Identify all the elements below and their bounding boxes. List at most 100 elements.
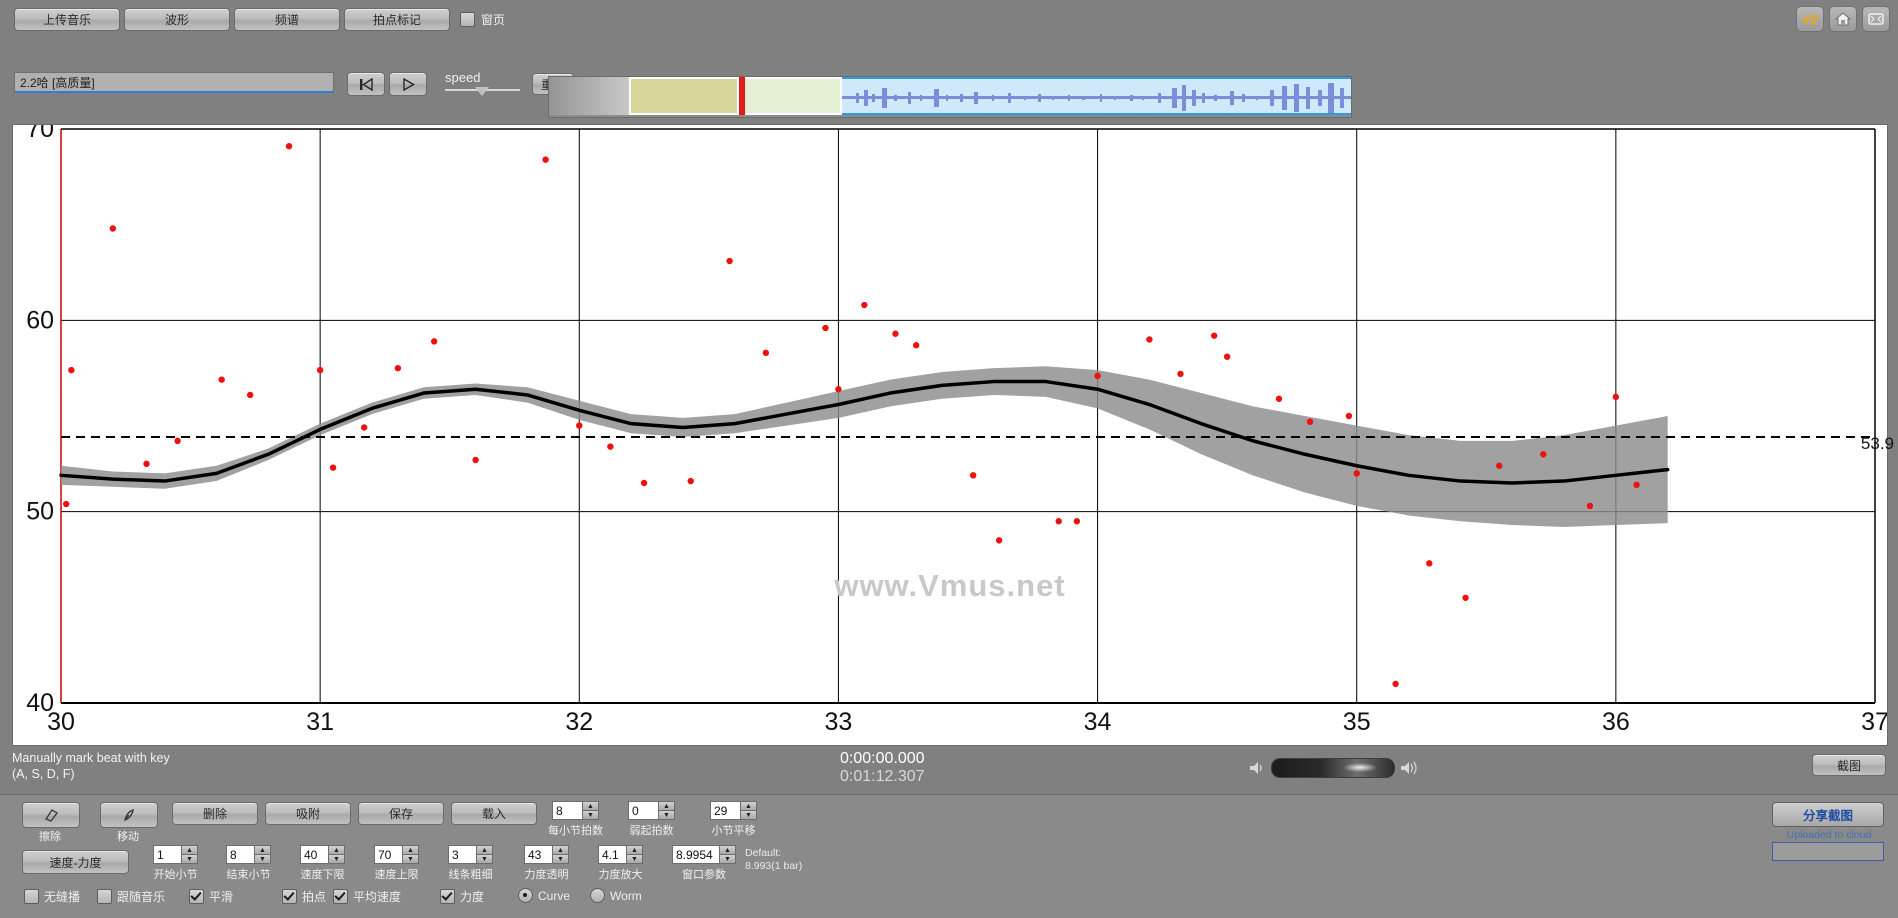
beats-per-bar-value[interactable]: 8 (552, 801, 582, 820)
beat-checkbox-box[interactable] (282, 889, 297, 904)
upload-music-label: 上传音乐 (43, 11, 91, 28)
upload-url-field[interactable] (1772, 842, 1884, 861)
follow-music-checkbox-box[interactable] (97, 889, 112, 904)
share-snapshot-button[interactable]: 分享截图 (1772, 802, 1884, 827)
overview-audio-region[interactable] (842, 77, 1351, 115)
tempo-chart[interactable]: 405060703031323334353637 www.Vmus.net (12, 124, 1888, 746)
dynamics-alpha-down[interactable]: ▼ (552, 854, 569, 864)
tempo-max-down[interactable]: ▼ (402, 854, 419, 864)
speed-slider[interactable]: speed 1 (445, 70, 520, 96)
window-page-checkbox-box[interactable] (460, 12, 475, 27)
line-width-value[interactable]: 3 (448, 845, 476, 864)
eraser-tool-label: 擦除 (22, 828, 78, 844)
version-badge[interactable]: V2 (1796, 6, 1824, 32)
dynamics-scale-up[interactable]: ▲ (626, 845, 643, 854)
smooth-checkbox[interactable]: 平滑 (189, 888, 233, 905)
tempo-max-up[interactable]: ▲ (402, 845, 419, 854)
worm-radio-button[interactable] (590, 888, 605, 903)
dynamics-alpha-value[interactable]: 43 (524, 845, 552, 864)
volume-control[interactable] (1247, 755, 1422, 781)
waveform-overview[interactable] (548, 76, 1352, 118)
play-button[interactable] (389, 72, 427, 96)
mode-button[interactable]: 速度-力度 (22, 850, 129, 874)
dynamics-scale-value[interactable]: 4.1 (598, 845, 626, 864)
vmus-tempo-editor-window: 上传音乐 波形 频谱 拍点标记 窗页 V2 2.2哈 [高质量] speed (0, 0, 1898, 917)
load-button[interactable]: 载入 (451, 802, 537, 825)
follow-music-checkbox[interactable]: 跟随音乐 (97, 888, 165, 905)
worm-radio[interactable]: Worm (590, 888, 642, 903)
line-width-stepper[interactable]: 3▲▼ 线条粗细 (448, 845, 493, 882)
start-bar-up[interactable]: ▲ (181, 845, 198, 854)
fullscreen-icon[interactable] (1862, 6, 1890, 32)
skip-to-start-button[interactable] (347, 72, 385, 96)
svg-text:35: 35 (1343, 708, 1371, 736)
seamless-play-checkbox[interactable]: 无缝播 (24, 888, 80, 905)
line-width-down[interactable]: ▼ (476, 854, 493, 864)
overview-selection-left[interactable] (629, 77, 739, 115)
end-bar-up[interactable]: ▲ (254, 845, 271, 854)
beats-per-bar-stepper[interactable]: 8▲▼ 每小节拍数 (548, 801, 603, 838)
end-bar-value[interactable]: 8 (226, 845, 254, 864)
smooth-checkbox-box[interactable] (189, 889, 204, 904)
tempo-max-stepper[interactable]: 70▲▼ 速度上限 (374, 845, 419, 882)
eraser-tool[interactable] (22, 802, 80, 828)
window-parameter-stepper[interactable]: 8.9954▲▼ 窗口参数 (672, 845, 736, 882)
beat-checkbox[interactable]: 拍点 (282, 888, 326, 905)
curve-radio[interactable]: Curve (518, 888, 570, 903)
average-tempo-label: 平均速度 (353, 888, 401, 905)
bar-offset-up[interactable]: ▲ (740, 801, 757, 810)
overview-selection-right[interactable] (745, 77, 842, 115)
tempo-min-value[interactable]: 40 (300, 845, 328, 864)
start-bar-value[interactable]: 1 (153, 845, 181, 864)
spectrum-button[interactable]: 频谱 (234, 8, 340, 31)
window-parameter-up[interactable]: ▲ (719, 845, 736, 854)
upload-status-text: Uploaded to cloud (1774, 829, 1884, 841)
pickup-beats-stepper[interactable]: 0▲▼ 弱起拍数 (628, 801, 675, 838)
dynamics-alpha-stepper[interactable]: 43▲▼ 力度透明 (524, 845, 569, 882)
line-width-up[interactable]: ▲ (476, 845, 493, 854)
dynamics-scale-down[interactable]: ▼ (626, 854, 643, 864)
dynamics-scale-stepper[interactable]: 4.1▲▼ 力度放大 (598, 845, 643, 882)
pickup-beats-down[interactable]: ▼ (658, 810, 675, 820)
tempo-chart-canvas[interactable]: 405060703031323334353637 (13, 125, 1887, 745)
beat-marker-button[interactable]: 拍点标记 (344, 8, 450, 31)
volume-slider[interactable] (1271, 758, 1395, 778)
curve-label: Curve (538, 889, 570, 903)
tempo-max-value[interactable]: 70 (374, 845, 402, 864)
dynamics-checkbox[interactable]: 力度 (440, 888, 484, 905)
bar-offset-stepper[interactable]: 29▲▼ 小节平移 (710, 801, 757, 838)
tempo-min-down[interactable]: ▼ (328, 854, 345, 864)
speed-thumb[interactable] (475, 87, 489, 96)
snap-button[interactable]: 吸附 (265, 802, 351, 825)
waveform-button[interactable]: 波形 (124, 8, 230, 31)
pickup-beats-value[interactable]: 0 (628, 801, 658, 820)
window-page-checkbox[interactable]: 窗页 (460, 11, 505, 28)
tempo-min-up[interactable]: ▲ (328, 845, 345, 854)
beats-per-bar-down[interactable]: ▼ (582, 810, 599, 820)
beats-per-bar-up[interactable]: ▲ (582, 801, 599, 810)
start-bar-down[interactable]: ▼ (181, 854, 198, 864)
bar-offset-value[interactable]: 29 (710, 801, 740, 820)
start-bar-stepper[interactable]: 1▲▼ 开始小节 (153, 845, 198, 882)
upload-music-button[interactable]: 上传音乐 (14, 8, 120, 31)
song-title-input[interactable]: 2.2哈 [高质量] (14, 72, 334, 93)
average-tempo-checkbox[interactable]: 平均速度 (333, 888, 401, 905)
window-parameter-value[interactable]: 8.9954 (672, 845, 719, 864)
snapshot-button[interactable]: 截图 (1812, 754, 1886, 776)
average-tempo-checkbox-box[interactable] (333, 889, 348, 904)
save-button[interactable]: 保存 (358, 802, 444, 825)
dynamics-checkbox-box[interactable] (440, 889, 455, 904)
tempo-min-stepper[interactable]: 40▲▼ 速度下限 (300, 845, 345, 882)
seamless-play-checkbox-box[interactable] (24, 889, 39, 904)
home-icon[interactable] (1829, 6, 1857, 32)
pickup-beats-up[interactable]: ▲ (658, 801, 675, 810)
move-tool[interactable] (100, 802, 158, 828)
bar-offset-down[interactable]: ▼ (740, 810, 757, 820)
end-bar-down[interactable]: ▼ (254, 854, 271, 864)
beat-label: 拍点 (302, 888, 326, 905)
end-bar-stepper[interactable]: 8▲▼ 结束小节 (226, 845, 271, 882)
delete-button[interactable]: 删除 (172, 802, 258, 825)
curve-radio-button[interactable] (518, 888, 533, 903)
dynamics-alpha-up[interactable]: ▲ (552, 845, 569, 854)
window-parameter-down[interactable]: ▼ (719, 854, 736, 864)
